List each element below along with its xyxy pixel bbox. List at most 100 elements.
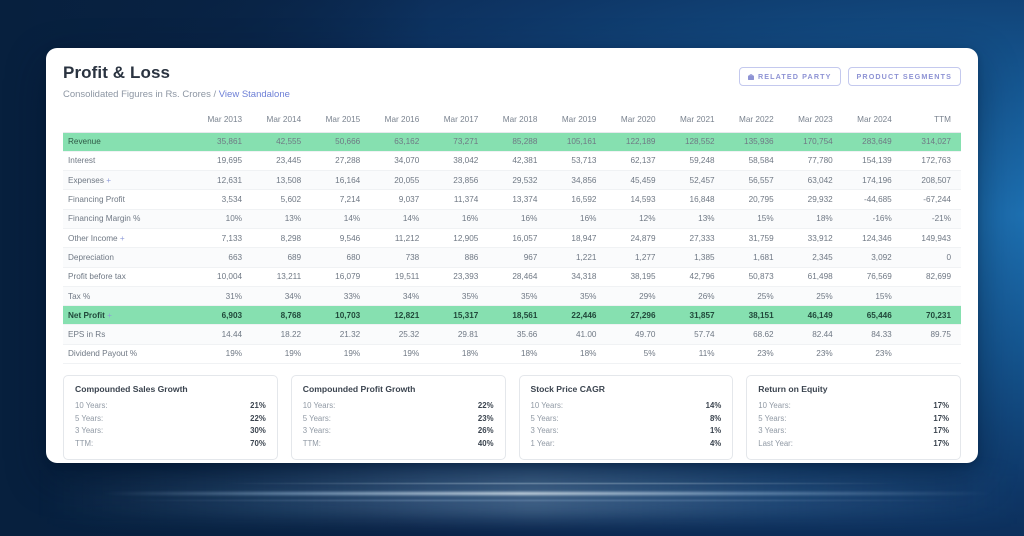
table-cell: 19% — [252, 344, 312, 365]
summary-card-row: TTM: 40% — [303, 438, 494, 451]
row-label[interactable]: Expenses + — [63, 170, 193, 191]
summary-card: Compounded Profit Growth 10 Years: 22% 5 Ye… — [290, 375, 506, 461]
expand-plus-icon[interactable]: + — [105, 311, 112, 320]
row-label: EPS in Rs — [63, 324, 193, 345]
row-label[interactable]: Net Profit + — [63, 305, 193, 326]
table-cell: 13,374 — [488, 189, 548, 210]
table-cell: 35% — [429, 286, 489, 307]
table-row: Financing Profit 3,534 5,602 7,214 9,037 11,3… — [63, 189, 961, 210]
product-segments-button[interactable]: PRODUCT SEGMENTS — [847, 67, 961, 86]
table-cell: 738 — [370, 247, 430, 268]
table-header: Mar 2013 Mar 2014 Mar 2015 Mar 2016 Mar 2017… — [63, 110, 961, 133]
table-cell: 56,557 — [724, 170, 784, 191]
row-label: Profit before tax — [63, 266, 193, 287]
table-cell: 170,754 — [783, 131, 843, 152]
summary-card-row: Last Year: 17% — [758, 438, 949, 451]
table-cell: 1,681 — [724, 247, 784, 268]
table-cell: 42,555 — [252, 131, 312, 152]
table-cell: 8,298 — [252, 228, 312, 249]
table-cell: 23,445 — [252, 151, 312, 172]
profit-and-loss-card: Profit & Loss Consolidated Figures in Rs… — [46, 48, 978, 463]
table-cell: 172,763 — [901, 151, 961, 172]
table-header-row: Mar 2013 Mar 2014 Mar 2015 Mar 2016 Mar 2017… — [63, 110, 961, 133]
table-cell: 10,004 — [193, 266, 253, 287]
header-text-block: Profit & Loss Consolidated Figures in Rs… — [63, 63, 290, 101]
table-cell: 0 — [901, 247, 961, 268]
table-cell: 29,932 — [783, 189, 843, 210]
summary-card-row: 5 Years: 17% — [758, 413, 949, 426]
table-cell: 283,649 — [842, 131, 902, 152]
table-cell: 23% — [724, 344, 784, 365]
table-cell: 73,271 — [429, 131, 489, 152]
table-row: Net Profit +6,903 8,768 10,703 12,821 15,317… — [63, 305, 961, 326]
table-cell: 9,546 — [311, 228, 371, 249]
row-label: Dividend Payout % — [63, 344, 193, 365]
summary-row-label: 10 Years: — [530, 401, 564, 411]
table-cell: 128,552 — [665, 131, 725, 152]
column-header: Mar 2013 — [193, 110, 253, 133]
table-cell: 61,498 — [783, 266, 843, 287]
table-cell: 50,666 — [311, 131, 371, 152]
table-cell: 154,139 — [842, 151, 902, 172]
table-row: Dividend Payout % 19% 19% 19% 19% 18% 18% 18% 5%… — [63, 344, 961, 365]
table-cell: 59,248 — [665, 151, 725, 172]
table-cell: 46,149 — [783, 305, 843, 326]
table-cell: 663 — [193, 247, 253, 268]
table-cell: 26% — [665, 286, 725, 307]
table-cell: 65,446 — [842, 305, 902, 326]
table-cell: 31,759 — [724, 228, 784, 249]
table-cell: 50,873 — [724, 266, 784, 287]
table-cell: 18% — [783, 209, 843, 229]
table-cell: 14,593 — [606, 189, 666, 210]
expand-plus-icon[interactable]: + — [118, 234, 125, 243]
table-row: Financing Margin % 10% 13% 14% 14% 16% 16% 16% 1… — [63, 209, 961, 229]
table-cell: -67,244 — [901, 189, 961, 210]
row-label[interactable]: Other Income + — [63, 228, 193, 249]
table-cell: 31,857 — [665, 305, 725, 326]
column-header: Mar 2023 — [783, 110, 843, 133]
table-cell: 5% — [606, 344, 666, 365]
column-header: Mar 2017 — [429, 110, 489, 133]
table-row: Depreciation 663 689 680 738 886 967 1,221 1,277… — [63, 247, 961, 268]
table-row: Revenue 35,861 42,555 50,666 63,162 73,271 85,… — [63, 131, 961, 152]
table-cell: 208,507 — [901, 170, 961, 191]
table-cell: 63,042 — [783, 170, 843, 191]
related-party-button[interactable]: RELATED PARTY — [738, 67, 841, 86]
table-cell: 3,534 — [193, 189, 253, 210]
summary-card-row: 5 Years: 22% — [75, 413, 266, 426]
table-cell: 12% — [606, 209, 666, 229]
summary-row-value: 17% — [933, 401, 949, 411]
subtitle-text: Consolidated Figures in Rs. Crores / — [63, 89, 217, 100]
table-cell: 314,027 — [901, 131, 961, 152]
summary-row-label: 1 Year: — [530, 438, 555, 448]
table-cell: 16% — [547, 209, 607, 229]
view-standalone-link[interactable]: View Standalone — [219, 89, 290, 100]
table-cell: 7,133 — [193, 228, 253, 249]
table-cell — [901, 286, 961, 307]
column-header: Mar 2015 — [311, 110, 371, 133]
summary-row-label: 5 Years: — [75, 413, 104, 423]
table-cell: 12,905 — [429, 228, 489, 249]
table-cell: 14% — [311, 209, 371, 229]
summary-card-row: 3 Years: 1% — [531, 425, 722, 438]
table-cell: 34% — [370, 286, 430, 307]
row-label-text: Tax % — [68, 291, 91, 301]
table-cell: 34,070 — [370, 151, 430, 172]
table-cell: 11,374 — [429, 189, 489, 210]
table-cell: 38,195 — [606, 266, 666, 287]
summary-row-label: 10 Years: — [302, 401, 336, 411]
table-cell: 16,079 — [311, 266, 371, 287]
table-cell: 33% — [311, 286, 371, 307]
table-cell: 35% — [488, 286, 548, 307]
table-cell: 19% — [193, 344, 253, 365]
expand-plus-icon[interactable]: + — [104, 176, 111, 185]
summary-row-value: 17% — [933, 438, 949, 448]
summary-card-row: 3 Years: 17% — [758, 425, 949, 438]
row-label-text: Expenses — [68, 175, 104, 185]
summary-row-label: 3 Years: — [758, 426, 787, 436]
table-cell: 34,318 — [547, 266, 607, 287]
table-cell: 6,903 — [193, 305, 253, 326]
table-cell: 23% — [783, 344, 843, 365]
table-row: Other Income +7,133 8,298 9,546 11,212 12,90… — [63, 228, 961, 249]
page-title: Profit & Loss — [63, 63, 171, 82]
